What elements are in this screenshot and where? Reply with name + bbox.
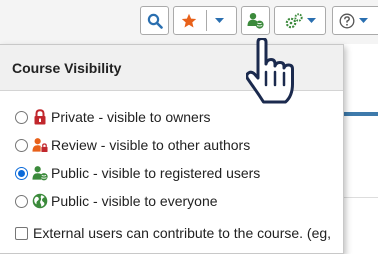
favorite-button[interactable]	[173, 6, 237, 35]
external-contrib-checkbox[interactable]	[15, 226, 28, 240]
option-public-everyone[interactable]: Public - visible to everyone	[15, 189, 218, 213]
external-contrib-label: External users can contribute to the cou…	[33, 225, 332, 241]
search-icon	[147, 13, 163, 29]
star-icon	[181, 13, 197, 29]
settings-button[interactable]	[274, 6, 326, 35]
option-review[interactable]: Review - visible to other authors	[15, 133, 250, 157]
gears-icon	[285, 12, 303, 29]
page-tab-underline	[343, 112, 378, 116]
option-label: Review - visible to other authors	[51, 137, 251, 153]
question-circle-icon	[339, 13, 355, 29]
public-registered-radio[interactable]	[15, 166, 28, 180]
option-label: Public - visible to registered users	[51, 165, 261, 181]
review-radio[interactable]	[15, 138, 28, 152]
menu-title: Course Visibility	[12, 59, 122, 76]
option-private[interactable]: Private - visible to owners	[15, 105, 211, 129]
user-globe-icon	[32, 165, 48, 181]
lock-icon	[32, 109, 48, 125]
chevron-down-icon[interactable]	[215, 18, 224, 24]
option-label: Private - visible to owners	[51, 109, 211, 125]
chevron-down-icon	[359, 17, 368, 24]
option-label: Public - visible to everyone	[51, 193, 218, 209]
hand-cursor-icon	[245, 37, 308, 106]
help-button[interactable]	[332, 6, 378, 35]
globe-icon	[32, 193, 48, 209]
option-public-registered[interactable]: Public - visible to registered users	[15, 161, 260, 185]
split-divider	[206, 10, 207, 31]
public-everyone-radio[interactable]	[15, 194, 28, 208]
search-button[interactable]	[140, 6, 169, 35]
chevron-down-icon	[306, 17, 316, 24]
user-globe-icon	[247, 12, 264, 29]
private-radio[interactable]	[15, 110, 28, 124]
user-lock-icon	[32, 137, 48, 153]
page-divider	[343, 197, 378, 198]
visibility-button[interactable]	[241, 6, 270, 35]
external-contrib-row[interactable]: External users can contribute to the cou…	[15, 225, 331, 241]
